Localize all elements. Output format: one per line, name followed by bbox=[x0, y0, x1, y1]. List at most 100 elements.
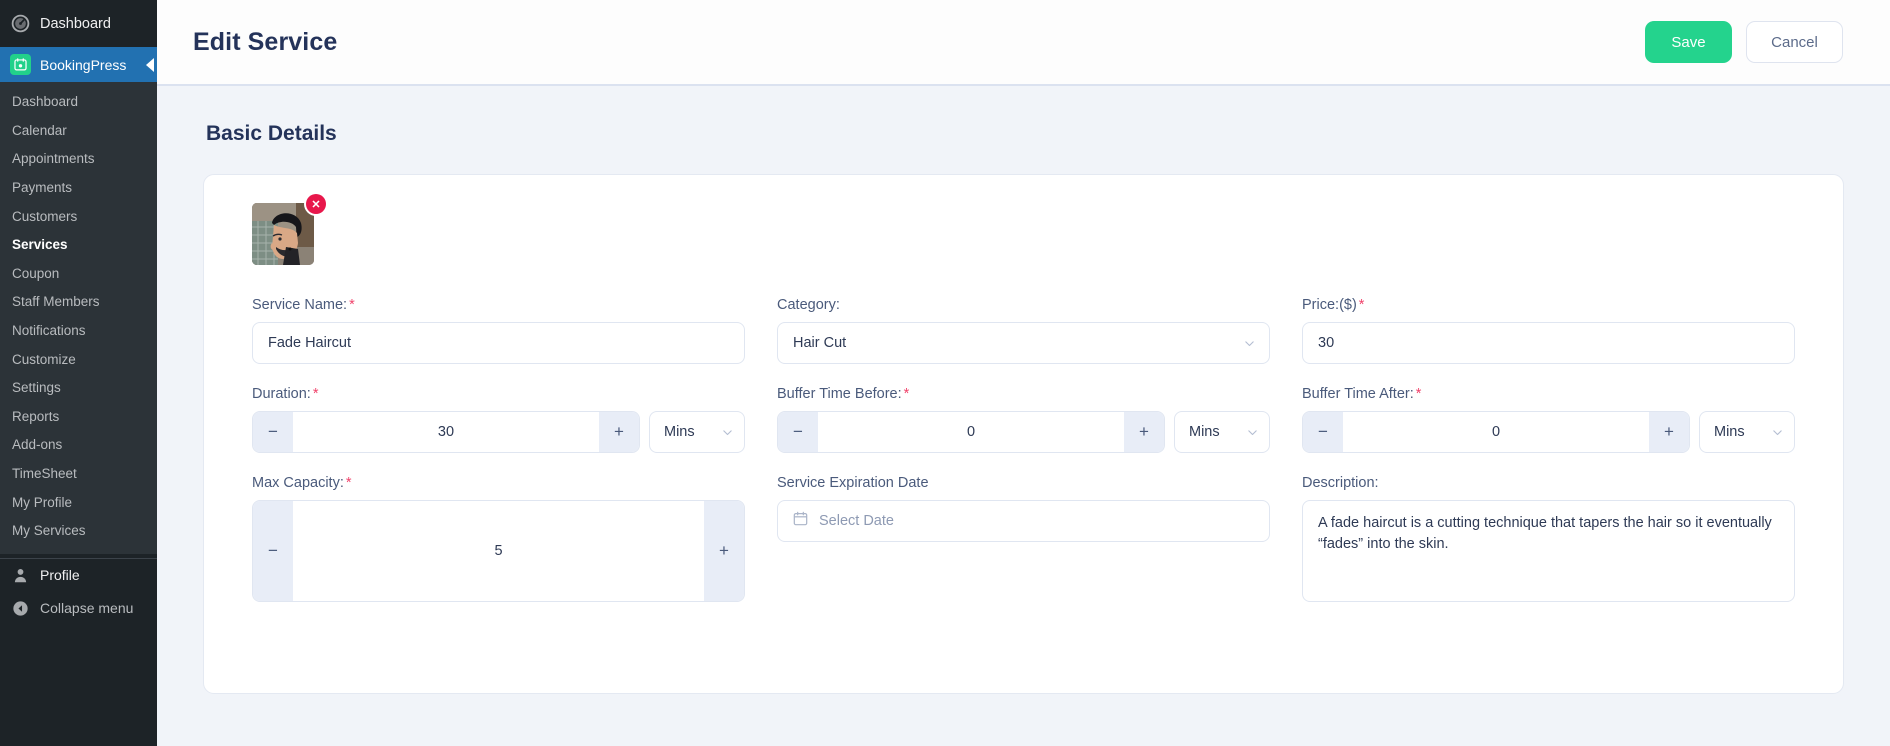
field-service-expiration-date: Service Expiration Date Select Date bbox=[777, 475, 1270, 602]
required-marker: * bbox=[903, 386, 910, 402]
sidebar-item-dashboard[interactable]: Dashboard bbox=[0, 0, 157, 47]
buffer-before-controls: − 0 + Mins bbox=[777, 411, 1270, 453]
buffer-after-controls: − 0 + Mins bbox=[1302, 411, 1795, 453]
label-text: Service Name: bbox=[252, 297, 348, 313]
service-image-wrapper: ✕ bbox=[252, 194, 326, 265]
sidebar-subitem-payments[interactable]: Payments bbox=[0, 174, 157, 203]
sidebar-subitem-calendar[interactable]: Calendar bbox=[0, 117, 157, 146]
dashboard-icon bbox=[10, 13, 31, 34]
user-icon bbox=[10, 565, 31, 586]
save-button[interactable]: Save bbox=[1645, 21, 1732, 63]
expiration-date-placeholder: Select Date bbox=[819, 513, 894, 529]
buffer-before-decrement-button[interactable]: − bbox=[778, 412, 818, 452]
buffer-after-unit-value: Mins bbox=[1714, 424, 1745, 440]
buffer-before-value[interactable]: 0 bbox=[818, 412, 1124, 452]
category-select[interactable]: Hair Cut bbox=[777, 322, 1270, 364]
sidebar-subitem-settings[interactable]: Settings bbox=[0, 374, 157, 403]
remove-image-button[interactable]: ✕ bbox=[306, 194, 326, 214]
sidebar-subitem-services[interactable]: Services bbox=[0, 231, 157, 260]
required-marker: * bbox=[1415, 386, 1422, 402]
service-name-input[interactable]: Fade Haircut bbox=[252, 322, 745, 364]
buffer-before-unit-select[interactable]: Mins bbox=[1174, 411, 1270, 453]
duration-unit-select[interactable]: Mins bbox=[649, 411, 745, 453]
sidebar-item-profile[interactable]: Profile bbox=[0, 559, 157, 592]
wp-admin-sidebar: Dashboard BookingPress Dashboard Calenda… bbox=[0, 0, 157, 746]
duration-increment-button[interactable]: + bbox=[599, 412, 639, 452]
buffer-after-value[interactable]: 0 bbox=[1343, 412, 1649, 452]
field-description: Description: A fade haircut is a cutting… bbox=[1302, 475, 1795, 602]
buffer-after-decrement-button[interactable]: − bbox=[1303, 412, 1343, 452]
category-value: Hair Cut bbox=[793, 335, 847, 351]
page-content: Basic Details ✕ Service Name: * Fade Hai… bbox=[157, 86, 1890, 746]
label-text: Price:($) bbox=[1302, 297, 1357, 313]
header-actions: Save Cancel bbox=[1645, 21, 1843, 63]
chevron-down-icon bbox=[1246, 426, 1259, 439]
field-buffer-time-before: Buffer Time Before: * − 0 + Mins bbox=[777, 386, 1270, 453]
sidebar-item-collapse-menu[interactable]: Collapse menu bbox=[0, 592, 157, 625]
basic-details-card: ✕ Service Name:* Fade Haircut Category: bbox=[203, 174, 1844, 694]
sidebar-item-label: Collapse menu bbox=[40, 600, 134, 616]
label-text: Buffer Time Before: bbox=[777, 386, 902, 402]
required-marker: * bbox=[349, 297, 355, 313]
buffer-before-increment-button[interactable]: + bbox=[1124, 412, 1164, 452]
duration-decrement-button[interactable]: − bbox=[253, 412, 293, 452]
sidebar-subitem-coupon[interactable]: Coupon bbox=[0, 260, 157, 289]
sidebar-subitem-customize[interactable]: Customize bbox=[0, 345, 157, 374]
field-duration: Duration: * − 30 + Mins bbox=[252, 386, 745, 453]
chevron-left-icon bbox=[146, 57, 154, 72]
field-price: Price:($) * 30 bbox=[1302, 297, 1795, 364]
chevron-down-icon bbox=[721, 426, 734, 439]
sidebar-subitem-dashboard[interactable]: Dashboard bbox=[0, 88, 157, 117]
buffer-after-unit-select[interactable]: Mins bbox=[1699, 411, 1795, 453]
sidebar-subitem-reports[interactable]: Reports bbox=[0, 403, 157, 432]
sidebar-subitem-my-profile[interactable]: My Profile bbox=[0, 488, 157, 517]
collapse-arrow-icon bbox=[10, 598, 31, 619]
max-capacity-stepper: − 5 + bbox=[252, 500, 745, 602]
price-label: Price:($) * bbox=[1302, 297, 1795, 313]
sidebar-subitem-my-services[interactable]: My Services bbox=[0, 517, 157, 546]
service-name-label: Service Name: * bbox=[252, 297, 745, 313]
category-label: Category: bbox=[777, 297, 840, 313]
buffer-after-label: Buffer Time After: * bbox=[1302, 386, 1795, 402]
sidebar-subitem-timesheet[interactable]: TimeSheet bbox=[0, 460, 157, 489]
sidebar-item-bookingpress[interactable]: BookingPress bbox=[0, 47, 157, 82]
buffer-before-label: Buffer Time Before: * bbox=[777, 386, 1270, 402]
duration-stepper: − 30 + bbox=[252, 411, 640, 453]
field-max-capacity: Max Capacity: * − 5 + bbox=[252, 475, 745, 602]
max-capacity-value[interactable]: 5 bbox=[293, 501, 704, 601]
cancel-button[interactable]: Cancel bbox=[1746, 21, 1843, 63]
max-capacity-increment-button[interactable]: + bbox=[704, 501, 744, 601]
duration-label: Duration: * bbox=[252, 386, 745, 402]
sidebar-item-label: BookingPress bbox=[40, 56, 127, 73]
duration-controls: − 30 + Mins bbox=[252, 411, 745, 453]
label-text: Max Capacity: bbox=[252, 475, 344, 491]
duration-value[interactable]: 30 bbox=[293, 412, 599, 452]
sidebar-subitem-customers[interactable]: Customers bbox=[0, 202, 157, 231]
service-form-grid: Service Name: * Fade Haircut Category: Ha… bbox=[252, 297, 1795, 602]
description-textarea[interactable]: A fade haircut is a cutting technique th… bbox=[1302, 500, 1795, 602]
expiration-date-input[interactable]: Select Date bbox=[777, 500, 1270, 542]
page-header: Edit Service Save Cancel bbox=[157, 0, 1890, 86]
bookingpress-submenu: Dashboard Calendar Appointments Payments… bbox=[0, 82, 157, 554]
calendar-icon bbox=[793, 511, 808, 531]
max-capacity-decrement-button[interactable]: − bbox=[253, 501, 293, 601]
field-buffer-time-after: Buffer Time After: * − 0 + Mins bbox=[1302, 386, 1795, 453]
main-area: Edit Service Save Cancel Basic Details ✕… bbox=[157, 0, 1890, 746]
buffer-before-unit-value: Mins bbox=[1189, 424, 1220, 440]
price-input[interactable]: 30 bbox=[1302, 322, 1795, 364]
field-category: Category: Hair Cut bbox=[777, 297, 1270, 364]
sidebar-subitem-appointments[interactable]: Appointments bbox=[0, 145, 157, 174]
page-title: Edit Service bbox=[193, 27, 338, 56]
sidebar-subitem-notifications[interactable]: Notifications bbox=[0, 317, 157, 346]
label-text: Buffer Time After: bbox=[1302, 386, 1414, 402]
buffer-after-increment-button[interactable]: + bbox=[1649, 412, 1689, 452]
label-text: Duration: bbox=[252, 386, 311, 402]
buffer-after-stepper: − 0 + bbox=[1302, 411, 1690, 453]
sidebar-subitem-add-ons[interactable]: Add-ons bbox=[0, 431, 157, 460]
service-image-thumbnail[interactable] bbox=[252, 203, 314, 265]
sidebar-subitem-staff-members[interactable]: Staff Members bbox=[0, 288, 157, 317]
required-marker: * bbox=[345, 475, 352, 491]
expiration-date-label: Service Expiration Date bbox=[777, 475, 929, 491]
buffer-before-stepper: − 0 + bbox=[777, 411, 1165, 453]
required-marker: * bbox=[1358, 297, 1365, 313]
